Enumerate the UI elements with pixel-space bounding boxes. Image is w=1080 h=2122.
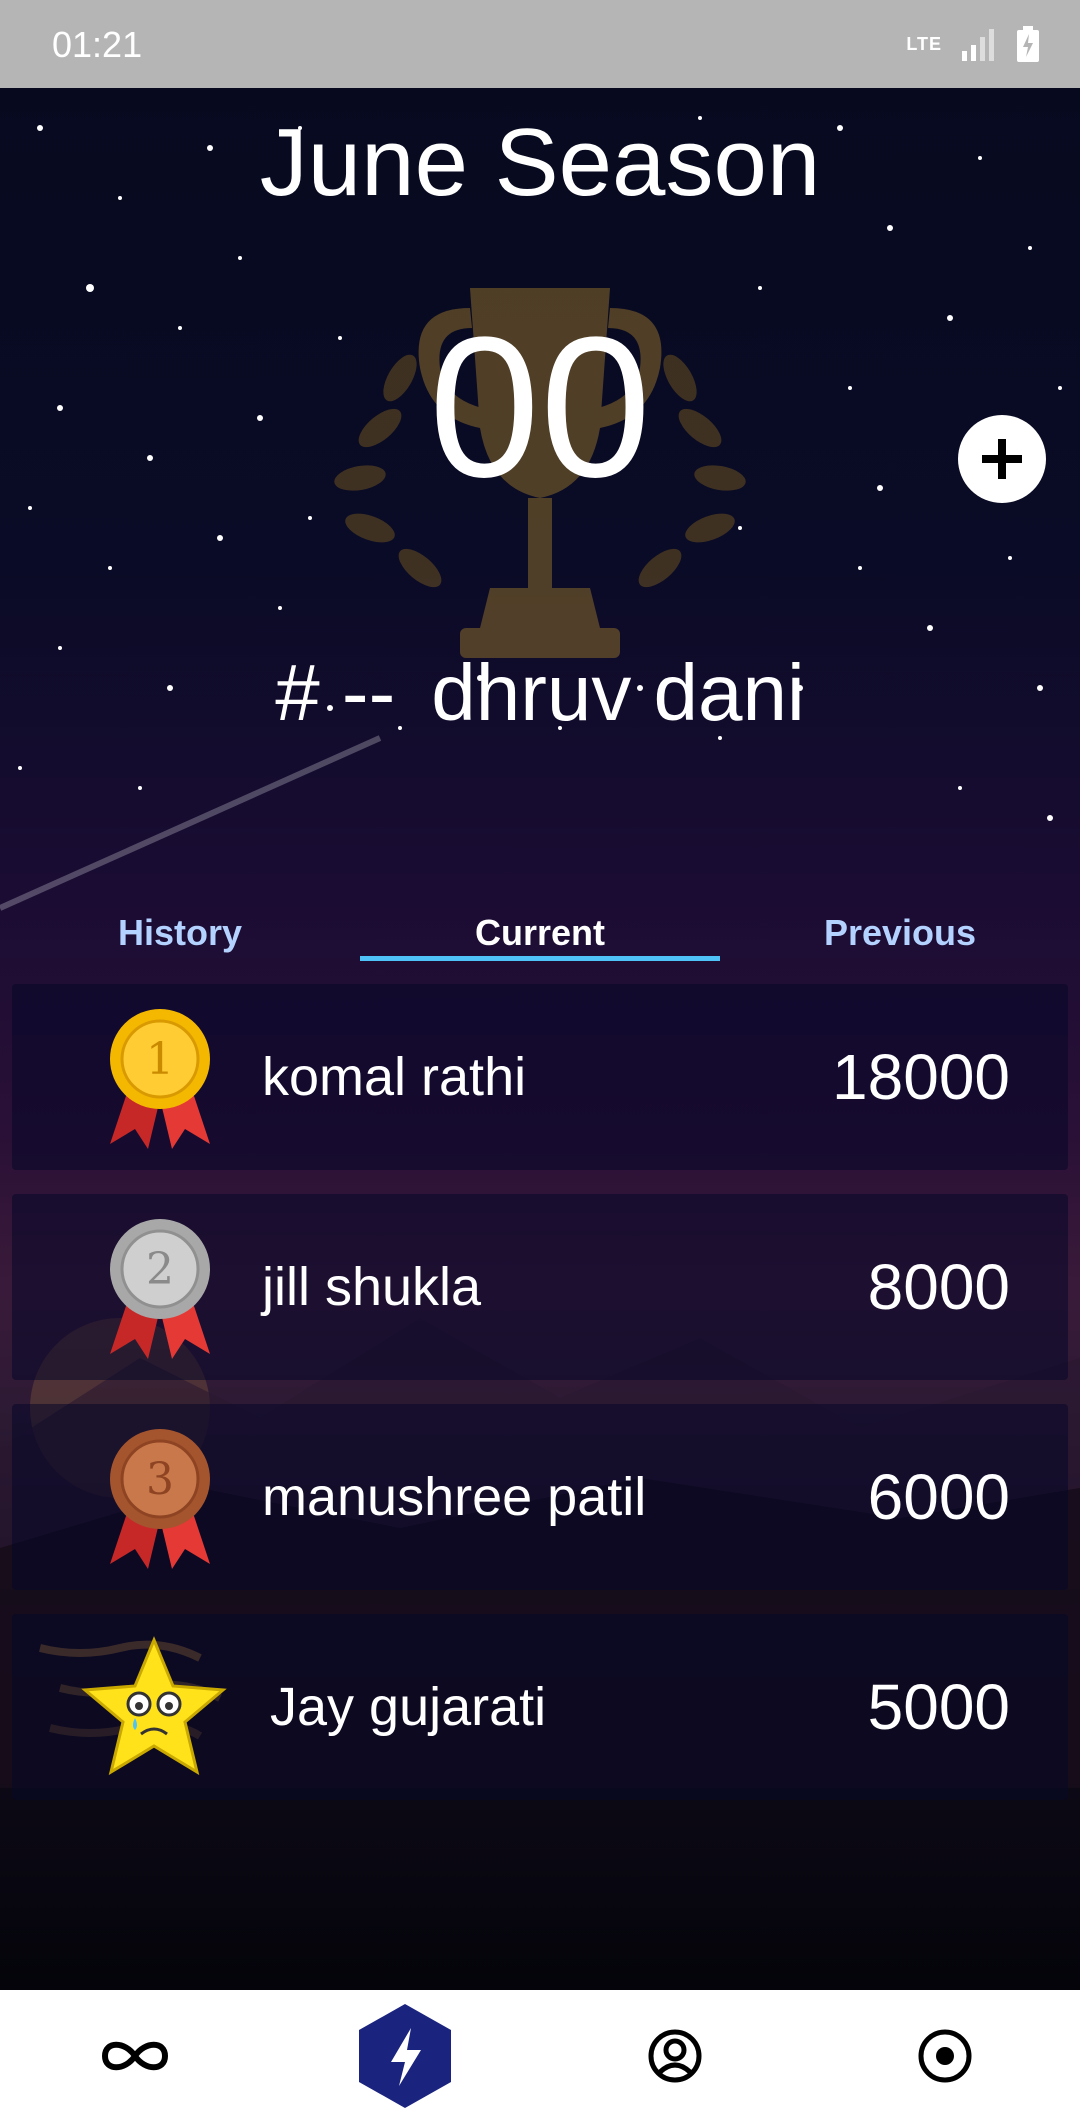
leaderboard-row[interactable]: 2 jill shukla 8000 xyxy=(12,1194,1068,1380)
nav-infinity[interactable] xyxy=(0,1990,270,2122)
lightning-icon xyxy=(359,2004,451,2108)
record-icon xyxy=(918,2029,972,2083)
leaderboard-row[interactable]: 3 manushree patil 6000 xyxy=(12,1404,1068,1590)
status-bar: 01:21 LTE xyxy=(0,0,1080,88)
player-score: 6000 xyxy=(867,1461,1010,1533)
season-title: June Season xyxy=(259,109,821,216)
nav-profile[interactable] xyxy=(540,1990,810,2122)
player-score: 18000 xyxy=(832,1041,1010,1113)
bottom-navigation xyxy=(0,1990,1080,2122)
season-tabs: History Current Previous xyxy=(0,878,1080,990)
nav-record[interactable] xyxy=(810,1990,1080,2122)
player-name: Jay gujarati xyxy=(270,1677,547,1737)
nav-lightning[interactable] xyxy=(270,1990,540,2122)
svg-text:3: 3 xyxy=(146,1454,174,1505)
user-rank: # -- xyxy=(275,648,396,737)
player-score: 8000 xyxy=(867,1251,1010,1323)
player-name: manushree patil xyxy=(262,1467,647,1527)
plus-icon xyxy=(982,439,1022,479)
gold-medal-icon: 1 xyxy=(110,1009,210,1149)
bronze-medal-icon: 3 xyxy=(110,1429,210,1569)
svg-text:1: 1 xyxy=(146,1034,174,1085)
tab-indicator xyxy=(360,956,720,961)
add-button[interactable] xyxy=(958,415,1046,503)
battery-icon xyxy=(1017,26,1039,62)
tab-previous[interactable]: Previous xyxy=(720,878,1080,990)
silver-medal-icon: 2 xyxy=(110,1219,210,1359)
signal-icon xyxy=(962,29,994,61)
tab-current[interactable]: Current xyxy=(360,878,720,990)
season-points: 00 xyxy=(428,296,652,519)
player-score: 5000 xyxy=(867,1671,1010,1743)
svg-text:2: 2 xyxy=(146,1244,174,1295)
status-icons: LTE xyxy=(906,24,1040,64)
current-user-rank: # -- dhruv dani xyxy=(0,643,1080,743)
player-name: komal rathi xyxy=(262,1047,527,1107)
profile-icon xyxy=(648,2029,702,2083)
infinity-icon xyxy=(101,2041,169,2071)
user-name: dhruv dani xyxy=(431,648,805,737)
tab-history[interactable]: History xyxy=(0,878,360,990)
sad-star-icon xyxy=(81,1636,227,1776)
player-name: jill shukla xyxy=(262,1257,482,1317)
leaderboard-row[interactable]: Jay gujarati 5000 xyxy=(12,1614,1068,1800)
leaderboard-row[interactable]: 1 komal rathi 18000 xyxy=(12,984,1068,1170)
status-time: 01:21 xyxy=(52,24,143,65)
leaderboard-list: 1 komal rathi 18000 2 jill shukla 8000 3… xyxy=(12,984,1068,1824)
lte-icon: LTE xyxy=(906,34,942,54)
leaderboard-screen: June Season 00 # -- dhruv dani History C… xyxy=(0,88,1080,1990)
